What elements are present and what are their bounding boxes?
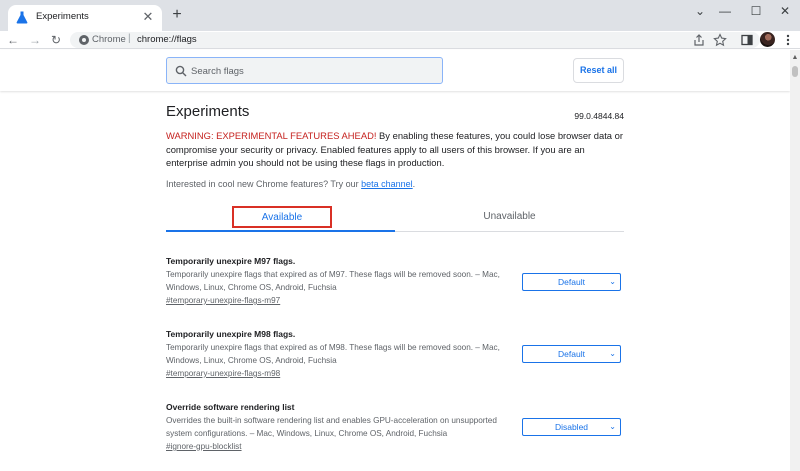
forward-button[interactable]: → bbox=[27, 32, 43, 48]
chevron-down-icon: ⌄ bbox=[609, 422, 616, 431]
promo-period: . bbox=[412, 179, 416, 189]
flag-select-value: Default bbox=[558, 349, 585, 359]
flag-item: Temporarily unexpire M98 flags. Temporar… bbox=[166, 329, 624, 378]
search-icon bbox=[175, 65, 187, 77]
flag-select-value: Disabled bbox=[554, 422, 589, 432]
side-panel-icon[interactable] bbox=[740, 33, 754, 47]
share-icon[interactable] bbox=[692, 33, 706, 47]
flask-icon bbox=[16, 11, 28, 24]
browser-toolbar: ← → ↻ Chrome | chrome://flags bbox=[0, 31, 800, 49]
warning-heading: WARNING: EXPERIMENTAL FEATURES AHEAD! bbox=[166, 130, 377, 141]
chrome-site-icon bbox=[79, 35, 89, 45]
address-bar[interactable]: Chrome | chrome://flags bbox=[70, 32, 760, 48]
url-text[interactable]: chrome://flags bbox=[137, 34, 197, 45]
chevron-down-icon: ⌄ bbox=[609, 277, 616, 286]
flag-name: Temporarily unexpire M97 flags. bbox=[166, 256, 296, 266]
promo-text: Interested in cool new Chrome features? … bbox=[166, 179, 362, 189]
flag-link[interactable]: #ignore-gpu-blocklist bbox=[166, 442, 242, 451]
reset-all-button[interactable]: Reset all bbox=[573, 58, 624, 83]
reload-button[interactable]: ↻ bbox=[48, 32, 64, 48]
flag-description: Overrides the built-in software renderin… bbox=[166, 416, 497, 439]
active-tab-indicator bbox=[166, 230, 395, 232]
beta-channel-promo: Interested in cool new Chrome features? … bbox=[166, 179, 415, 189]
search-box[interactable] bbox=[166, 57, 443, 84]
flag-item: Override software rendering list Overrid… bbox=[166, 402, 624, 451]
beta-channel-link[interactable]: beta channel bbox=[361, 179, 413, 189]
flags-tabs: Available Unavailable bbox=[166, 204, 624, 232]
scroll-up-arrow-icon[interactable]: ▲ bbox=[790, 54, 800, 61]
flag-link[interactable]: #temporary-unexpire-flags-m97 bbox=[166, 296, 280, 305]
tab-strip: Experiments ✕ + ⌄ — ☐ ✕ bbox=[0, 0, 800, 31]
tab-available[interactable]: Available bbox=[232, 206, 332, 228]
site-label: Chrome bbox=[92, 34, 126, 45]
new-tab-button[interactable]: + bbox=[168, 6, 186, 24]
flag-description: Temporarily unexpire flags that expired … bbox=[166, 343, 500, 366]
scrollbar-thumb[interactable] bbox=[792, 66, 798, 77]
page-title: Experiments bbox=[166, 103, 250, 120]
flag-select[interactable]: Default ⌄ bbox=[522, 345, 621, 363]
flag-select[interactable]: Default ⌄ bbox=[522, 273, 621, 291]
menu-kebab-icon[interactable] bbox=[781, 33, 795, 47]
browser-tab-experiments[interactable]: Experiments ✕ bbox=[8, 5, 162, 31]
url-separator: | bbox=[128, 33, 131, 44]
flag-description: Temporarily unexpire flags that expired … bbox=[166, 270, 500, 293]
bookmark-star-icon[interactable] bbox=[713, 33, 727, 47]
minimize-button[interactable]: — bbox=[710, 0, 740, 22]
flag-name: Temporarily unexpire M98 flags. bbox=[166, 329, 296, 339]
scrollbar[interactable]: ▲ bbox=[790, 50, 800, 471]
flag-name: Override software rendering list bbox=[166, 402, 295, 412]
flag-select[interactable]: Disabled ⌄ bbox=[522, 418, 621, 436]
close-window-button[interactable]: ✕ bbox=[770, 0, 800, 22]
chevron-down-icon: ⌄ bbox=[609, 349, 616, 358]
back-button[interactable]: ← bbox=[5, 32, 21, 48]
tab-unavailable[interactable]: Unavailable bbox=[395, 204, 624, 232]
profile-avatar[interactable] bbox=[760, 32, 775, 47]
warning-text: WARNING: EXPERIMENTAL FEATURES AHEAD! By… bbox=[166, 129, 624, 170]
flags-header: Reset all bbox=[0, 50, 790, 91]
version-number: 99.0.4844.84 bbox=[574, 111, 624, 121]
maximize-button[interactable]: ☐ bbox=[741, 0, 771, 22]
tab-title: Experiments bbox=[36, 11, 89, 22]
flag-item: Temporarily unexpire M97 flags. Temporar… bbox=[166, 256, 624, 305]
search-input[interactable] bbox=[191, 63, 431, 79]
flag-link[interactable]: #temporary-unexpire-flags-m98 bbox=[166, 369, 280, 378]
flag-select-value: Default bbox=[558, 277, 585, 287]
close-tab-icon[interactable]: ✕ bbox=[140, 9, 156, 25]
